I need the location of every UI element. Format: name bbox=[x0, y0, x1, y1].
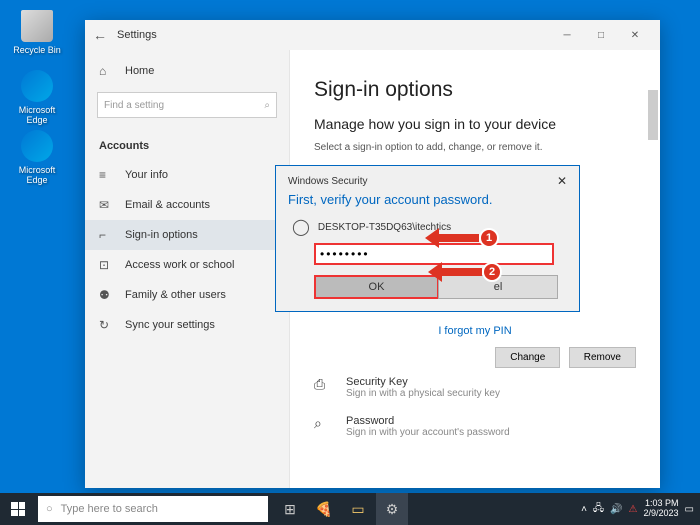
icon-label: Recycle Bin bbox=[12, 45, 62, 55]
taskbar-clock[interactable]: 1:03 PM 2/9/2023 bbox=[644, 499, 679, 519]
search-placeholder: Find a setting bbox=[104, 100, 164, 111]
desktop-icon-edge-2[interactable]: Microsoft Edge bbox=[12, 130, 62, 185]
option-password[interactable]: ⌕ PasswordSign in with your account's pa… bbox=[314, 407, 636, 446]
person-icon: ≡ bbox=[99, 168, 113, 182]
close-button[interactable]: ✕ bbox=[618, 22, 652, 48]
key-icon: ⌕ bbox=[314, 415, 334, 432]
dialog-close-button[interactable]: ✕ bbox=[557, 174, 567, 188]
change-button[interactable]: Change bbox=[495, 347, 560, 368]
usb-icon: ⎙ bbox=[314, 376, 334, 393]
system-tray[interactable]: ˄ 🖧 🔊 ⚠ 1:03 PM 2/9/2023 ▭ bbox=[581, 499, 700, 519]
search-icon: ⌕ bbox=[264, 100, 270, 111]
recycle-bin-icon bbox=[21, 10, 53, 42]
dialog-title: First, verify your account password. bbox=[288, 192, 567, 207]
briefcase-icon: ⊡ bbox=[99, 258, 113, 272]
taskbar-app-pizza[interactable]: 🍕 bbox=[308, 493, 340, 525]
ok-button[interactable]: OK bbox=[314, 275, 439, 299]
windows-logo-icon bbox=[11, 502, 25, 516]
forgot-pin-link[interactable]: I forgot my PIN bbox=[314, 325, 636, 337]
tray-battery-icon[interactable]: ⚠ bbox=[629, 504, 638, 515]
section-label: Accounts bbox=[85, 126, 289, 160]
search-input[interactable]: Find a setting ⌕ bbox=[97, 92, 277, 118]
start-button[interactable] bbox=[0, 493, 36, 525]
nav-label: Family & other users bbox=[125, 289, 226, 301]
page-title: Sign-in options bbox=[314, 78, 636, 102]
desktop-icon-recycle-bin[interactable]: Recycle Bin bbox=[12, 10, 62, 55]
tray-volume-icon[interactable]: 🔊 bbox=[610, 504, 622, 515]
key-icon: ⌐ bbox=[99, 228, 113, 242]
edge-icon bbox=[21, 70, 53, 102]
button-row: Change Remove bbox=[314, 347, 636, 368]
page-subtitle: Manage how you sign in to your device bbox=[314, 116, 636, 132]
dialog-header: Windows Security bbox=[288, 176, 367, 187]
edge-icon bbox=[21, 130, 53, 162]
tray-network-icon[interactable]: 🖧 bbox=[593, 501, 604, 518]
back-button[interactable]: ← bbox=[93, 27, 117, 43]
annotation-number: 2 bbox=[482, 262, 502, 282]
window-title: Settings bbox=[117, 29, 550, 41]
option-title: Password bbox=[346, 415, 510, 427]
user-icon: ◯ bbox=[292, 217, 310, 237]
sidebar: ⌂ Home Find a setting ⌕ Accounts ≡ Your i… bbox=[85, 50, 290, 488]
mail-icon: ✉ bbox=[99, 198, 113, 212]
taskbar-app-settings[interactable]: ⚙ bbox=[376, 493, 408, 525]
clock-date: 2/9/2023 bbox=[644, 509, 679, 519]
option-security-key[interactable]: ⎙ Security KeySign in with a physical se… bbox=[314, 368, 636, 407]
nav-email[interactable]: ✉ Email & accounts bbox=[85, 190, 289, 220]
icon-label: Microsoft Edge bbox=[12, 105, 62, 125]
sync-icon: ↻ bbox=[99, 318, 113, 332]
nav-family[interactable]: ⚉ Family & other users bbox=[85, 280, 289, 310]
nav-label: Email & accounts bbox=[125, 199, 210, 211]
annotation-number: 1 bbox=[479, 228, 499, 248]
remove-button[interactable]: Remove bbox=[569, 347, 636, 368]
annotation-arrow-2: 2 bbox=[428, 262, 502, 282]
taskbar: ○ Type here to search ⊞ 🍕 ▭ ⚙ ˄ 🖧 🔊 ⚠ 1:… bbox=[0, 493, 700, 525]
nav-sync[interactable]: ↻ Sync your settings bbox=[85, 310, 289, 340]
home-icon: ⌂ bbox=[99, 64, 113, 78]
nav-label: Sign-in options bbox=[125, 229, 198, 241]
nav-home[interactable]: ⌂ Home bbox=[85, 58, 289, 84]
nav-label: Sync your settings bbox=[125, 319, 215, 331]
nav-signin-options[interactable]: ⌐ Sign-in options bbox=[85, 220, 289, 250]
icon-label: Microsoft Edge bbox=[12, 165, 62, 185]
tray-chevron-icon[interactable]: ˄ bbox=[581, 504, 587, 515]
scrollbar[interactable] bbox=[648, 90, 658, 140]
option-desc: Sign in with your account's password bbox=[346, 427, 510, 438]
desktop-icon-edge[interactable]: Microsoft Edge bbox=[12, 70, 62, 125]
titlebar: ← Settings ─ □ ✕ bbox=[85, 20, 660, 50]
maximize-button[interactable]: □ bbox=[584, 22, 618, 48]
people-icon: ⚉ bbox=[99, 288, 113, 302]
option-desc: Sign in with a physical security key bbox=[346, 388, 500, 399]
page-description: Select a sign-in option to add, change, … bbox=[314, 142, 636, 153]
search-icon: ○ bbox=[46, 503, 53, 515]
minimize-button[interactable]: ─ bbox=[550, 22, 584, 48]
notifications-button[interactable]: ▭ bbox=[685, 504, 694, 515]
option-title: Security Key bbox=[346, 376, 500, 388]
annotation-arrow-1: 1 bbox=[425, 228, 499, 248]
taskbar-app-explorer[interactable]: ▭ bbox=[342, 493, 374, 525]
nav-your-info[interactable]: ≡ Your info bbox=[85, 160, 289, 190]
task-view-button[interactable]: ⊞ bbox=[274, 493, 306, 525]
search-placeholder: Type here to search bbox=[61, 503, 158, 515]
nav-label: Access work or school bbox=[125, 259, 234, 271]
taskbar-search[interactable]: ○ Type here to search bbox=[38, 496, 268, 522]
nav-label: Your info bbox=[125, 169, 168, 181]
nav-work-school[interactable]: ⊡ Access work or school bbox=[85, 250, 289, 280]
nav-label: Home bbox=[125, 65, 154, 77]
